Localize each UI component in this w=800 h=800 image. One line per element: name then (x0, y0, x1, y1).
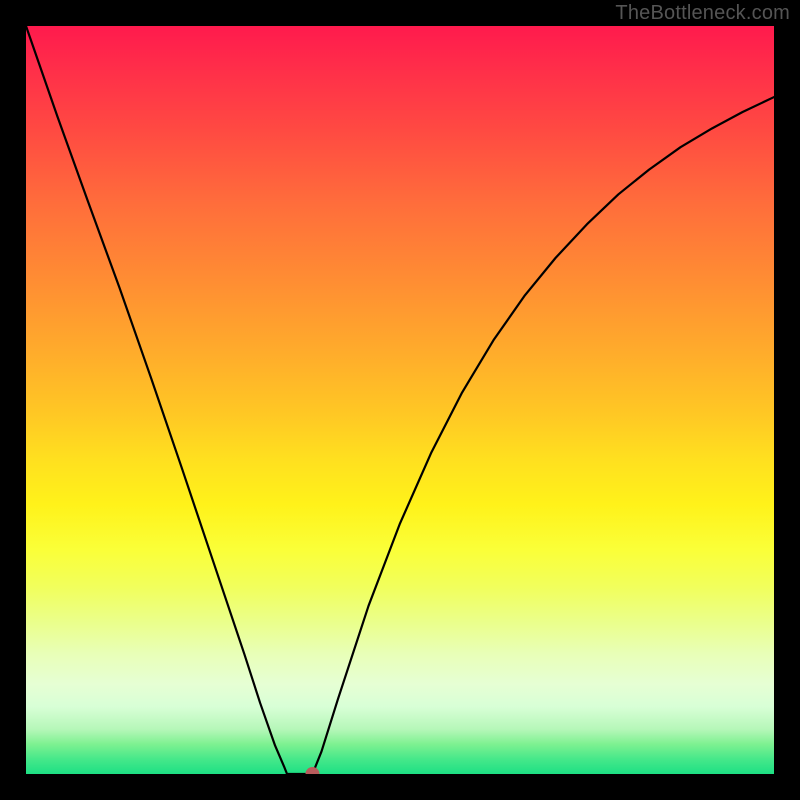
watermark-text: TheBottleneck.com (615, 2, 790, 25)
plot-area (26, 26, 774, 774)
minimum-marker-dot (305, 767, 319, 774)
chart-frame: TheBottleneck.com (0, 0, 800, 800)
curve-layer (26, 26, 774, 774)
bottleneck-curve (26, 26, 774, 774)
